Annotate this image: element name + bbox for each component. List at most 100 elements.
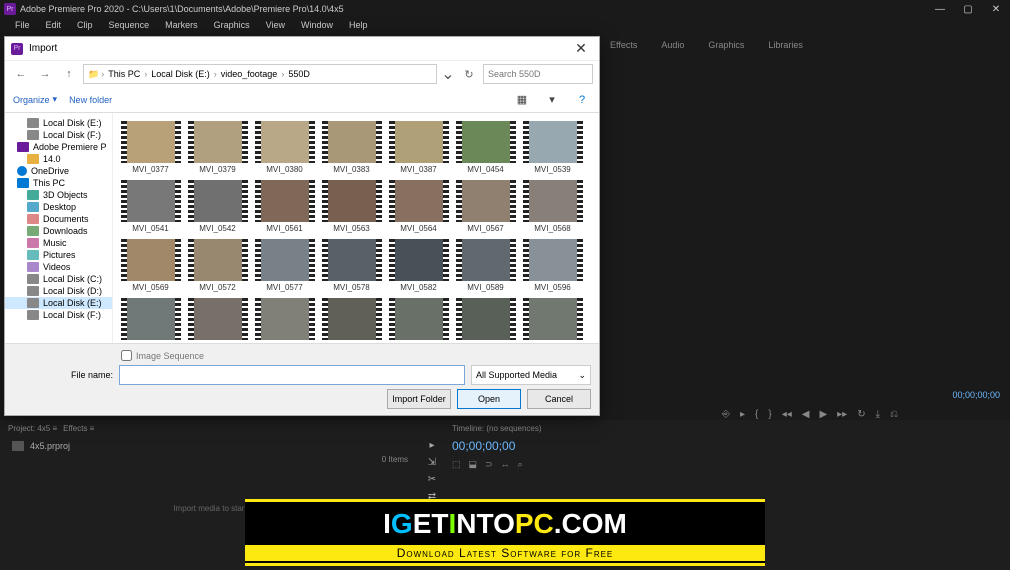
tree-item[interactable]: This PC [5, 177, 112, 189]
file-item[interactable]: MVI_0539 [521, 119, 584, 176]
tree-item[interactable]: Local Disk (F:) [5, 309, 112, 321]
timeline-tool-button[interactable]: ⌕ [518, 459, 523, 470]
tree-item[interactable]: 14.0 [5, 153, 112, 165]
breadcrumb-dropdown[interactable]: ⌄ [441, 64, 455, 84]
file-item[interactable]: MVI_0379 [186, 119, 249, 176]
panel-tab[interactable]: Project: 4x5 ≡ [8, 424, 57, 433]
organize-button[interactable]: Organize ▾ [13, 94, 57, 105]
file-item[interactable]: MVI_0383 [320, 119, 383, 176]
maximize-button[interactable]: ▢ [954, 0, 982, 18]
file-item[interactable]: MVI_0563 [320, 178, 383, 235]
search-input[interactable] [483, 64, 593, 84]
tree-item[interactable]: Local Disk (E:) [5, 117, 112, 129]
tree-item[interactable]: Music [5, 237, 112, 249]
breadcrumb-item[interactable]: 550D [286, 69, 312, 79]
nav-back-button[interactable]: ← [11, 64, 31, 84]
file-item[interactable]: MVI_0582 [387, 237, 450, 294]
tree-item[interactable]: Pictures [5, 249, 112, 261]
menu-markers[interactable]: Markers [158, 18, 205, 36]
tree-item[interactable]: Documents [5, 213, 112, 225]
menu-file[interactable]: File [8, 18, 37, 36]
file-item[interactable]: MVI_0578 [320, 237, 383, 294]
tree-item[interactable]: Local Disk (F:) [5, 129, 112, 141]
import-folder-button[interactable]: Import Folder [387, 389, 451, 409]
workspace-tab-libraries[interactable]: Libraries [758, 36, 813, 56]
edit-tool-button[interactable]: ▸ [429, 440, 434, 451]
close-button[interactable]: ✕ [982, 0, 1010, 18]
tree-item[interactable]: Local Disk (C:) [5, 273, 112, 285]
transport-button[interactable]: ▸▸ [837, 409, 847, 420]
file-item[interactable]: MVI_0387 [387, 119, 450, 176]
file-item[interactable] [320, 296, 383, 343]
menu-window[interactable]: Window [294, 18, 340, 36]
file-item[interactable]: MVI_0380 [253, 119, 316, 176]
breadcrumb-item[interactable]: This PC [106, 69, 142, 79]
dialog-close-button[interactable]: ✕ [569, 40, 593, 57]
menu-help[interactable]: Help [342, 18, 375, 36]
transport-button[interactable]: ↻ [857, 409, 865, 420]
menu-graphics[interactable]: Graphics [207, 18, 257, 36]
view-mode-button[interactable]: ▦ [513, 91, 531, 109]
tree-item[interactable]: Desktop [5, 201, 112, 213]
transport-button[interactable]: ◀ [802, 409, 810, 420]
transport-button[interactable]: ▶ [819, 409, 827, 420]
transport-button[interactable]: } [768, 409, 771, 420]
workspace-tab-effects[interactable]: Effects [600, 36, 647, 56]
menu-sequence[interactable]: Sequence [102, 18, 157, 36]
file-item[interactable]: MVI_0577 [253, 237, 316, 294]
transport-button[interactable]: ⤓ [876, 409, 880, 420]
file-item[interactable]: MVI_0542 [186, 178, 249, 235]
breadcrumb-item[interactable]: Local Disk (E:) [149, 69, 212, 79]
workspace-tab-graphics[interactable]: Graphics [698, 36, 754, 56]
file-item[interactable]: MVI_0589 [454, 237, 517, 294]
folder-tree[interactable]: Local Disk (E:)Local Disk (F:)Adobe Prem… [5, 113, 113, 343]
edit-tool-button[interactable]: ⇲ [428, 457, 436, 468]
timeline-tool-button[interactable]: ↔ [501, 459, 510, 470]
cancel-button[interactable]: Cancel [527, 389, 591, 409]
file-item[interactable] [521, 296, 584, 343]
file-item[interactable]: MVI_0564 [387, 178, 450, 235]
tree-item[interactable]: Local Disk (D:) [5, 285, 112, 297]
breadcrumb[interactable]: 📁›This PC›Local Disk (E:)›video_footage›… [83, 64, 437, 84]
transport-button[interactable]: ⎌ [890, 409, 898, 420]
timeline-tool-button[interactable]: ⊃ [485, 459, 493, 470]
timeline-tool-button[interactable]: ⬓ [469, 459, 478, 470]
tree-item[interactable]: OneDrive [5, 165, 112, 177]
file-item[interactable]: MVI_0561 [253, 178, 316, 235]
transport-button[interactable]: { [755, 409, 758, 420]
edit-tool-button[interactable]: ✂ [428, 474, 436, 485]
file-item[interactable] [186, 296, 249, 343]
view-dropdown-button[interactable]: ▾ [543, 91, 561, 109]
tree-item[interactable]: Videos [5, 261, 112, 273]
filetype-dropdown[interactable]: All Supported Media⌄ [471, 365, 591, 385]
menu-edit[interactable]: Edit [39, 18, 69, 36]
open-button[interactable]: Open [457, 389, 521, 409]
breadcrumb-item[interactable]: video_footage [219, 69, 280, 79]
file-item[interactable] [119, 296, 182, 343]
nav-up-button[interactable]: ↑ [59, 64, 79, 84]
transport-button[interactable]: ⎆ [722, 409, 730, 420]
file-item[interactable]: MVI_0568 [521, 178, 584, 235]
panel-tab[interactable]: Effects ≡ [63, 424, 94, 433]
file-grid[interactable]: MVI_0377MVI_0379MVI_0380MVI_0383MVI_0387… [113, 113, 599, 343]
refresh-button[interactable]: ↻ [459, 64, 479, 84]
file-item[interactable]: MVI_0567 [454, 178, 517, 235]
transport-button[interactable]: ▸ [740, 409, 745, 420]
tree-item[interactable]: Downloads [5, 225, 112, 237]
file-item[interactable] [387, 296, 450, 343]
help-icon[interactable]: ? [573, 91, 591, 109]
file-item[interactable]: MVI_0596 [521, 237, 584, 294]
file-item[interactable]: MVI_0454 [454, 119, 517, 176]
tree-item[interactable]: 3D Objects [5, 189, 112, 201]
file-item[interactable]: MVI_0541 [119, 178, 182, 235]
minimize-button[interactable]: — [926, 0, 954, 18]
timeline-tool-button[interactable]: ⬚ [452, 459, 461, 470]
filename-input[interactable] [119, 365, 465, 385]
image-sequence-checkbox[interactable]: Image Sequence [121, 350, 204, 361]
new-folder-button[interactable]: New folder [69, 95, 112, 105]
transport-button[interactable]: ◂◂ [782, 409, 792, 420]
file-item[interactable] [454, 296, 517, 343]
file-item[interactable]: MVI_0377 [119, 119, 182, 176]
file-item[interactable]: MVI_0569 [119, 237, 182, 294]
nav-forward-button[interactable]: → [35, 64, 55, 84]
